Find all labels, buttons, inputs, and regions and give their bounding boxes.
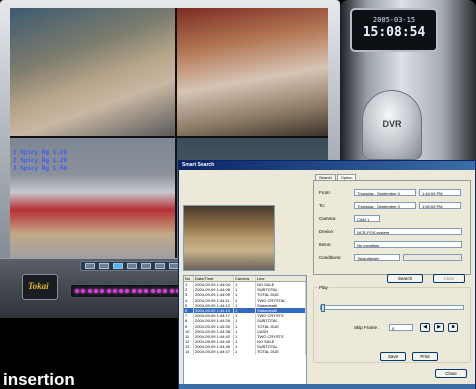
- step-back-icon[interactable]: ◀: [420, 323, 430, 332]
- play-label: Play: [318, 285, 329, 290]
- table-cell: 1: [234, 349, 256, 355]
- clock-display: 2005-03-15 15:08:54: [350, 8, 438, 52]
- col-no[interactable]: No: [184, 276, 194, 281]
- view-16-button[interactable]: [127, 263, 137, 269]
- led-light: [112, 289, 117, 293]
- playback-slider[interactable]: [320, 304, 464, 312]
- dialog-title: Smart Search: [179, 161, 475, 170]
- led-strip: [70, 284, 190, 298]
- led-light: [93, 289, 98, 293]
- from-date-select[interactable]: Thursday , September 0: [354, 189, 416, 196]
- led-light: [150, 289, 155, 293]
- video-preview: [183, 205, 275, 271]
- pos-overlay-2: · · · · · · · · · · · · · · · · · · · · ·…: [197, 14, 302, 45]
- table-cell: 2004-09-09 1:44:47: [194, 349, 234, 355]
- clock-date: 2005-03-15: [372, 16, 416, 24]
- dialog-status-strip: [179, 384, 475, 389]
- stop-icon[interactable]: ■: [448, 323, 458, 332]
- pos-line-3: 3 Spicy Bg 1.08: [13, 165, 68, 172]
- skip-frame-label: Skip Frame :: [354, 325, 380, 330]
- camera-view-1[interactable]: · · · · · · · · · · · · · · · · · · · · · …: [10, 8, 175, 136]
- event-table-body: 1 2004-09-09 1:44:04 1 NO SALE 2 2004-09-09 1…: [184, 282, 306, 355]
- search-button[interactable]: Search: [387, 274, 423, 283]
- play-group: Play Skip Frame : 0 ◀ ▶ ■ Save Print: [313, 285, 471, 363]
- camera-view-3[interactable]: 1 Spicy Bg 1.29 2 Spicy Bg 1.29 3 Spicy …: [10, 138, 175, 258]
- device-select[interactable]: NCR-POS system: [354, 228, 462, 235]
- device-label: Device:: [319, 229, 335, 234]
- sequence-button[interactable]: [141, 263, 151, 269]
- led-light: [100, 289, 105, 293]
- clock-time: 15:08:54: [362, 25, 426, 40]
- logo: Tokai: [22, 274, 58, 300]
- col-camera[interactable]: Camera: [234, 276, 256, 281]
- camera-select[interactable]: CAM 1: [354, 215, 380, 222]
- conditions-extra: [403, 254, 462, 261]
- led-light: [169, 289, 174, 293]
- dvr-knob: DVR: [362, 90, 422, 160]
- conditions-input[interactable]: Totalofdeath: [354, 254, 400, 261]
- clear-button[interactable]: Clear: [433, 274, 465, 283]
- led-light: [163, 289, 168, 293]
- pos-line-2: 2 Spicy Bg 1.29: [13, 157, 68, 164]
- dvr-label: DVR: [382, 119, 402, 129]
- zoom-button[interactable]: [155, 263, 165, 269]
- view-4-button[interactable]: [99, 263, 109, 269]
- led-light: [156, 289, 161, 293]
- to-time-select[interactable]: 1:59:00 PM: [419, 202, 461, 209]
- close-button[interactable]: Close: [435, 369, 467, 378]
- pos-line-1: 1 Spicy Bg 1.29: [13, 149, 68, 156]
- view-1-button[interactable]: [85, 263, 95, 269]
- print-button[interactable]: Print: [412, 352, 438, 361]
- pos-overlay-1: · · · · · · · · · · · · · · · · · · · · · …: [16, 18, 71, 89]
- led-light: [125, 289, 130, 293]
- table-cell: 14: [184, 349, 194, 355]
- play-icon[interactable]: ▶: [434, 323, 444, 332]
- skip-frame-select[interactable]: 0: [389, 324, 413, 331]
- to-date-select[interactable]: Thursday , September 0: [354, 202, 416, 209]
- to-label: To:: [319, 203, 326, 208]
- camera-view-2[interactable]: · · · · · · · · · · · · · · · · · · · · ·…: [177, 8, 328, 136]
- led-light: [144, 289, 149, 293]
- led-light: [75, 289, 79, 293]
- table-cell: TOTAL DUE: [256, 349, 306, 355]
- items-label: Items:: [319, 242, 332, 247]
- col-line[interactable]: Line: [256, 276, 306, 281]
- items-select[interactable]: No condition: [354, 241, 462, 248]
- led-light: [119, 289, 124, 293]
- event-table[interactable]: No Date/Time Camera Line 1 2004-09-09 1:4…: [183, 275, 307, 385]
- view-control-bar: [80, 261, 190, 271]
- smart-search-dialog: Smart Search Search Option From: Thursday…: [178, 160, 476, 389]
- led-light: [131, 289, 136, 293]
- camera-label: Camera:: [319, 216, 337, 221]
- table-row[interactable]: 14 2004-09-09 1:44:47 1 TOTAL DUE: [184, 349, 306, 355]
- conditions-label: Conditions:: [319, 255, 342, 260]
- from-label: From:: [319, 190, 331, 195]
- view-9-button[interactable]: [113, 263, 123, 269]
- led-light: [106, 289, 111, 293]
- from-time-select[interactable]: 1:44:00 PM: [419, 189, 461, 196]
- slide-caption: insertion: [3, 370, 75, 389]
- save-button[interactable]: Save: [380, 352, 406, 361]
- logo-text: Tokai: [28, 281, 49, 291]
- led-light: [81, 289, 86, 293]
- led-light: [138, 289, 142, 293]
- col-datetime[interactable]: Date/Time: [194, 276, 234, 281]
- dvr-tower: 2005-03-15 15:08:54 DVR: [340, 0, 476, 180]
- slider-thumb[interactable]: [321, 304, 325, 312]
- led-light: [87, 289, 92, 293]
